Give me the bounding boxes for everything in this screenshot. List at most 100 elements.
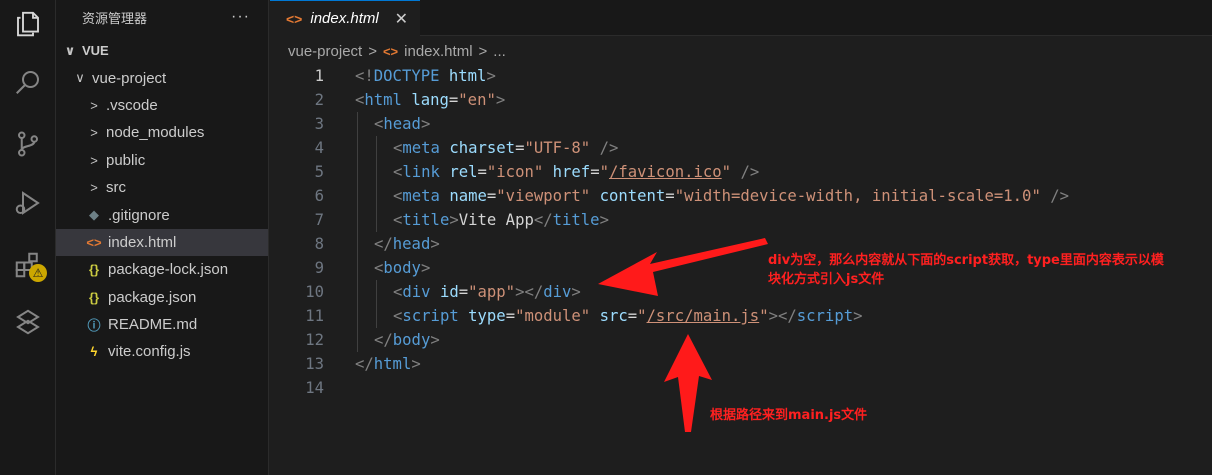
line-number: 6 — [314, 187, 324, 205]
section-label: VUE — [82, 43, 109, 59]
tree-item-package-json[interactable]: {} package.json — [56, 284, 268, 311]
line-number: 11 — [305, 307, 324, 325]
breadcrumb: vue-project > <> index.html > ... — [270, 38, 506, 64]
chevron-right-icon: > — [90, 97, 98, 113]
code-line: 3 <head> — [270, 112, 1212, 136]
activity-bar: ⚠ — [0, 0, 56, 475]
chevron-down-icon: ∨ — [64, 42, 76, 58]
line-number: 4 — [314, 139, 324, 157]
tree-item-vite-config[interactable]: ϟ vite.config.js — [56, 338, 268, 365]
breadcrumb-more[interactable]: ... — [493, 43, 506, 60]
json-file-icon: {} — [88, 289, 100, 305]
warning-badge-icon: ⚠ — [29, 264, 47, 282]
code-text: </head> — [374, 235, 440, 253]
code-line: 11 <script type="module" src="/src/main.… — [270, 304, 1212, 328]
tree-item-vscode[interactable]: > .vscode — [56, 92, 268, 119]
code-text: <title>Vite App</title> — [393, 211, 609, 229]
tree-item-package-lock[interactable]: {} package-lock.json — [56, 256, 268, 283]
line-number: 10 — [305, 283, 324, 301]
breadcrumb-separator: > — [368, 42, 377, 60]
extensions-icon[interactable]: ⚠ — [8, 245, 48, 285]
run-debug-icon[interactable] — [8, 183, 48, 223]
tree-item-label: vite.config.js — [108, 343, 191, 361]
tree-item-gitignore[interactable]: ◆ .gitignore — [56, 201, 268, 228]
close-icon[interactable]: ✕ — [395, 9, 408, 29]
tree-item-label: node_modules — [106, 124, 205, 142]
tab-index-html[interactable]: <> index.html ✕ — [270, 0, 420, 36]
breadcrumb-separator: > — [478, 42, 488, 60]
code-line: 13 </html> — [270, 352, 1212, 376]
line-number: 3 — [314, 115, 324, 133]
source-control-icon[interactable] — [8, 124, 48, 164]
line-number: 8 — [314, 235, 324, 253]
search-icon[interactable] — [8, 62, 48, 102]
code-line: 7 <title>Vite App</title> — [270, 208, 1212, 232]
code-text: <div id="app"></div> — [393, 283, 581, 301]
workspace-section[interactable]: ∨ VUE — [56, 37, 268, 64]
code-line: 4 <meta charset="UTF-8" /> — [270, 136, 1212, 160]
tree-item-label: src — [106, 179, 126, 197]
tree-item-label: package.json — [108, 288, 197, 306]
remote-icon[interactable] — [8, 302, 48, 342]
line-number: 2 — [314, 91, 324, 109]
tree-item-label: .vscode — [106, 96, 158, 114]
annotation-div-note: div为空，那么内容就从下面的script获取，type里面内容表示以模 块化方… — [768, 251, 1208, 289]
annotation-path-note: 根据路径来到main.js文件 — [710, 408, 868, 423]
json-file-icon: {} — [88, 262, 100, 278]
code-text: <script type="module" src="/src/main.js"… — [393, 307, 863, 325]
code-line: 5 <link rel="icon" href="/favicon.ico" /… — [270, 160, 1212, 184]
info-file-icon: ⓘ — [87, 318, 101, 334]
code-text: <meta name="viewport" content="width=dev… — [393, 187, 1070, 205]
chevron-right-icon: > — [90, 125, 98, 141]
code-line: 6 <meta name="viewport" content="width=d… — [270, 184, 1212, 208]
code-text: <link rel="icon" href="/favicon.ico" /> — [393, 163, 760, 181]
line-number: 5 — [314, 163, 324, 181]
vite-file-icon: ϟ — [90, 344, 98, 360]
html-file-icon: <> — [382, 43, 399, 59]
annotation-text: 块化方式引入js文件 — [768, 272, 885, 287]
line-number: 1 — [314, 67, 324, 85]
tree-item-label: package-lock.json — [108, 261, 229, 279]
chevron-right-icon: > — [90, 180, 98, 196]
code-line: 1 <!DOCTYPE html> — [270, 64, 1212, 88]
chevron-right-icon: > — [90, 152, 98, 168]
breadcrumb-file[interactable]: index.html — [404, 43, 472, 60]
code-line: 12 </body> — [270, 328, 1212, 352]
code-text: <meta charset="UTF-8" /> — [393, 139, 619, 157]
line-number: 9 — [314, 259, 324, 277]
annotation-text: div为空，那么内容就从下面的script获取，type里面内容表示以模 — [768, 253, 1164, 268]
code-text: <html lang="en"> — [355, 91, 506, 109]
git-file-icon: ◆ — [89, 207, 99, 223]
breadcrumb-folder[interactable]: vue-project — [288, 43, 362, 60]
tree-item-vue-project[interactable]: ∨ vue-project — [56, 64, 268, 91]
explorer-header: 资源管理器 ··· — [56, 0, 268, 34]
tree-item-node-modules[interactable]: > node_modules — [56, 119, 268, 146]
code-line: 14 — [270, 376, 1212, 400]
line-number: 12 — [305, 331, 324, 349]
line-number: 13 — [305, 355, 324, 373]
explorer-panel: 资源管理器 ··· ∨ VUE ∨ vue-project > .vscode … — [56, 0, 269, 475]
tree-item-public[interactable]: > public — [56, 147, 268, 174]
tree-item-label: public — [106, 151, 146, 169]
line-number: 14 — [305, 379, 324, 397]
code-text: <!DOCTYPE html> — [355, 67, 496, 85]
more-actions-icon[interactable]: ··· — [231, 8, 250, 26]
tab-bar: <> index.html ✕ — [270, 0, 1212, 36]
explorer-title: 资源管理器 — [82, 10, 148, 26]
code-text: </html> — [355, 355, 421, 373]
tree-item-label: vue-project — [92, 69, 167, 87]
tree-item-label: README.md — [108, 316, 198, 334]
tab-label: index.html — [310, 10, 379, 27]
code-text: <body> — [374, 259, 431, 277]
chevron-down-icon: ∨ — [75, 70, 85, 86]
code-line: 2 <html lang="en"> — [270, 88, 1212, 112]
tree-item-label: .gitignore — [108, 206, 170, 224]
code-text: </body> — [374, 331, 440, 349]
html-file-icon: <> — [286, 10, 303, 27]
html-file-icon: <> — [86, 234, 102, 250]
tree-item-label: index.html — [108, 233, 177, 251]
tree-item-src[interactable]: > src — [56, 174, 268, 201]
files-icon[interactable] — [8, 4, 48, 44]
tree-item-index-html[interactable]: <> index.html — [56, 228, 268, 257]
tree-item-readme[interactable]: ⓘ README.md — [56, 311, 268, 338]
